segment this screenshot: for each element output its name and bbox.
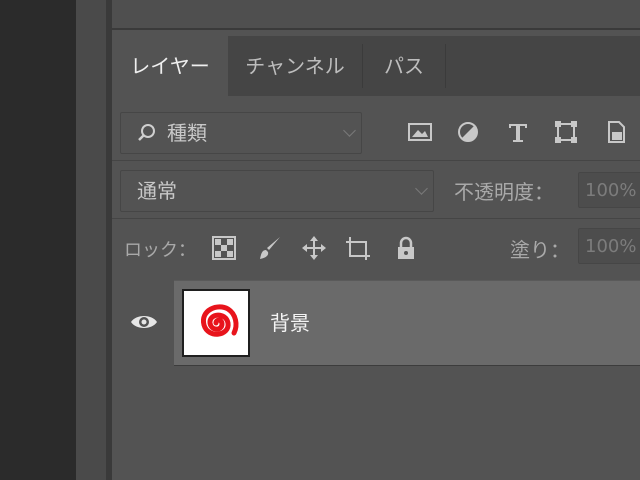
layer-row[interactable]: 背景 bbox=[112, 280, 640, 366]
chevron-down-icon bbox=[415, 182, 428, 195]
opacity-field[interactable]: 100% bbox=[578, 172, 640, 208]
lock-position-icon[interactable] bbox=[300, 234, 328, 262]
shape-filter-icon[interactable] bbox=[552, 118, 580, 146]
type-filter-icon[interactable] bbox=[504, 118, 532, 146]
upper-panel-area bbox=[112, 0, 640, 30]
layers-panel: レイヤー チャンネル パス 種類 通常 不透明度： 100% ロック： 塗り： … bbox=[112, 30, 640, 480]
fill-label: 塗り： bbox=[510, 238, 570, 262]
tab-channels[interactable]: チャンネル bbox=[228, 36, 362, 96]
divider bbox=[112, 160, 640, 161]
blend-mode-value: 通常 bbox=[137, 179, 177, 203]
filter-kind-dropdown[interactable]: 種類 bbox=[120, 112, 362, 154]
tab-layers[interactable]: レイヤー bbox=[112, 36, 228, 96]
left-panel-strip bbox=[76, 0, 106, 480]
chevron-down-icon bbox=[343, 124, 356, 137]
layer-item-background[interactable]: 背景 bbox=[174, 280, 640, 366]
lock-all-icon[interactable] bbox=[392, 234, 420, 262]
lock-label: ロック： bbox=[124, 240, 196, 261]
layer-thumbnail bbox=[182, 289, 250, 357]
smart-object-filter-icon[interactable] bbox=[602, 118, 630, 146]
search-icon bbox=[138, 124, 155, 141]
opacity-label: 不透明度： bbox=[454, 180, 554, 204]
image-filter-icon[interactable] bbox=[406, 118, 434, 146]
filter-kind-label: 種類 bbox=[167, 121, 207, 145]
tab-paths[interactable]: パス bbox=[363, 36, 445, 96]
red-spiral-icon bbox=[200, 304, 239, 337]
tab-separator bbox=[445, 44, 446, 88]
layer-visibility-toggle[interactable] bbox=[112, 280, 174, 364]
divider bbox=[112, 218, 640, 219]
blend-mode-dropdown[interactable]: 通常 bbox=[120, 170, 434, 212]
fill-field[interactable]: 100% bbox=[578, 228, 640, 264]
layer-name: 背景 bbox=[270, 311, 310, 335]
lock-artboard-icon[interactable] bbox=[344, 234, 372, 262]
lock-image-pixels-icon[interactable] bbox=[256, 234, 284, 262]
panel-tab-bar: レイヤー チャンネル パス bbox=[112, 36, 640, 96]
eye-icon bbox=[131, 316, 157, 328]
lock-transparent-pixels-icon[interactable] bbox=[210, 234, 238, 262]
left-dark-area bbox=[0, 0, 76, 480]
adjustment-filter-icon[interactable] bbox=[454, 118, 482, 146]
